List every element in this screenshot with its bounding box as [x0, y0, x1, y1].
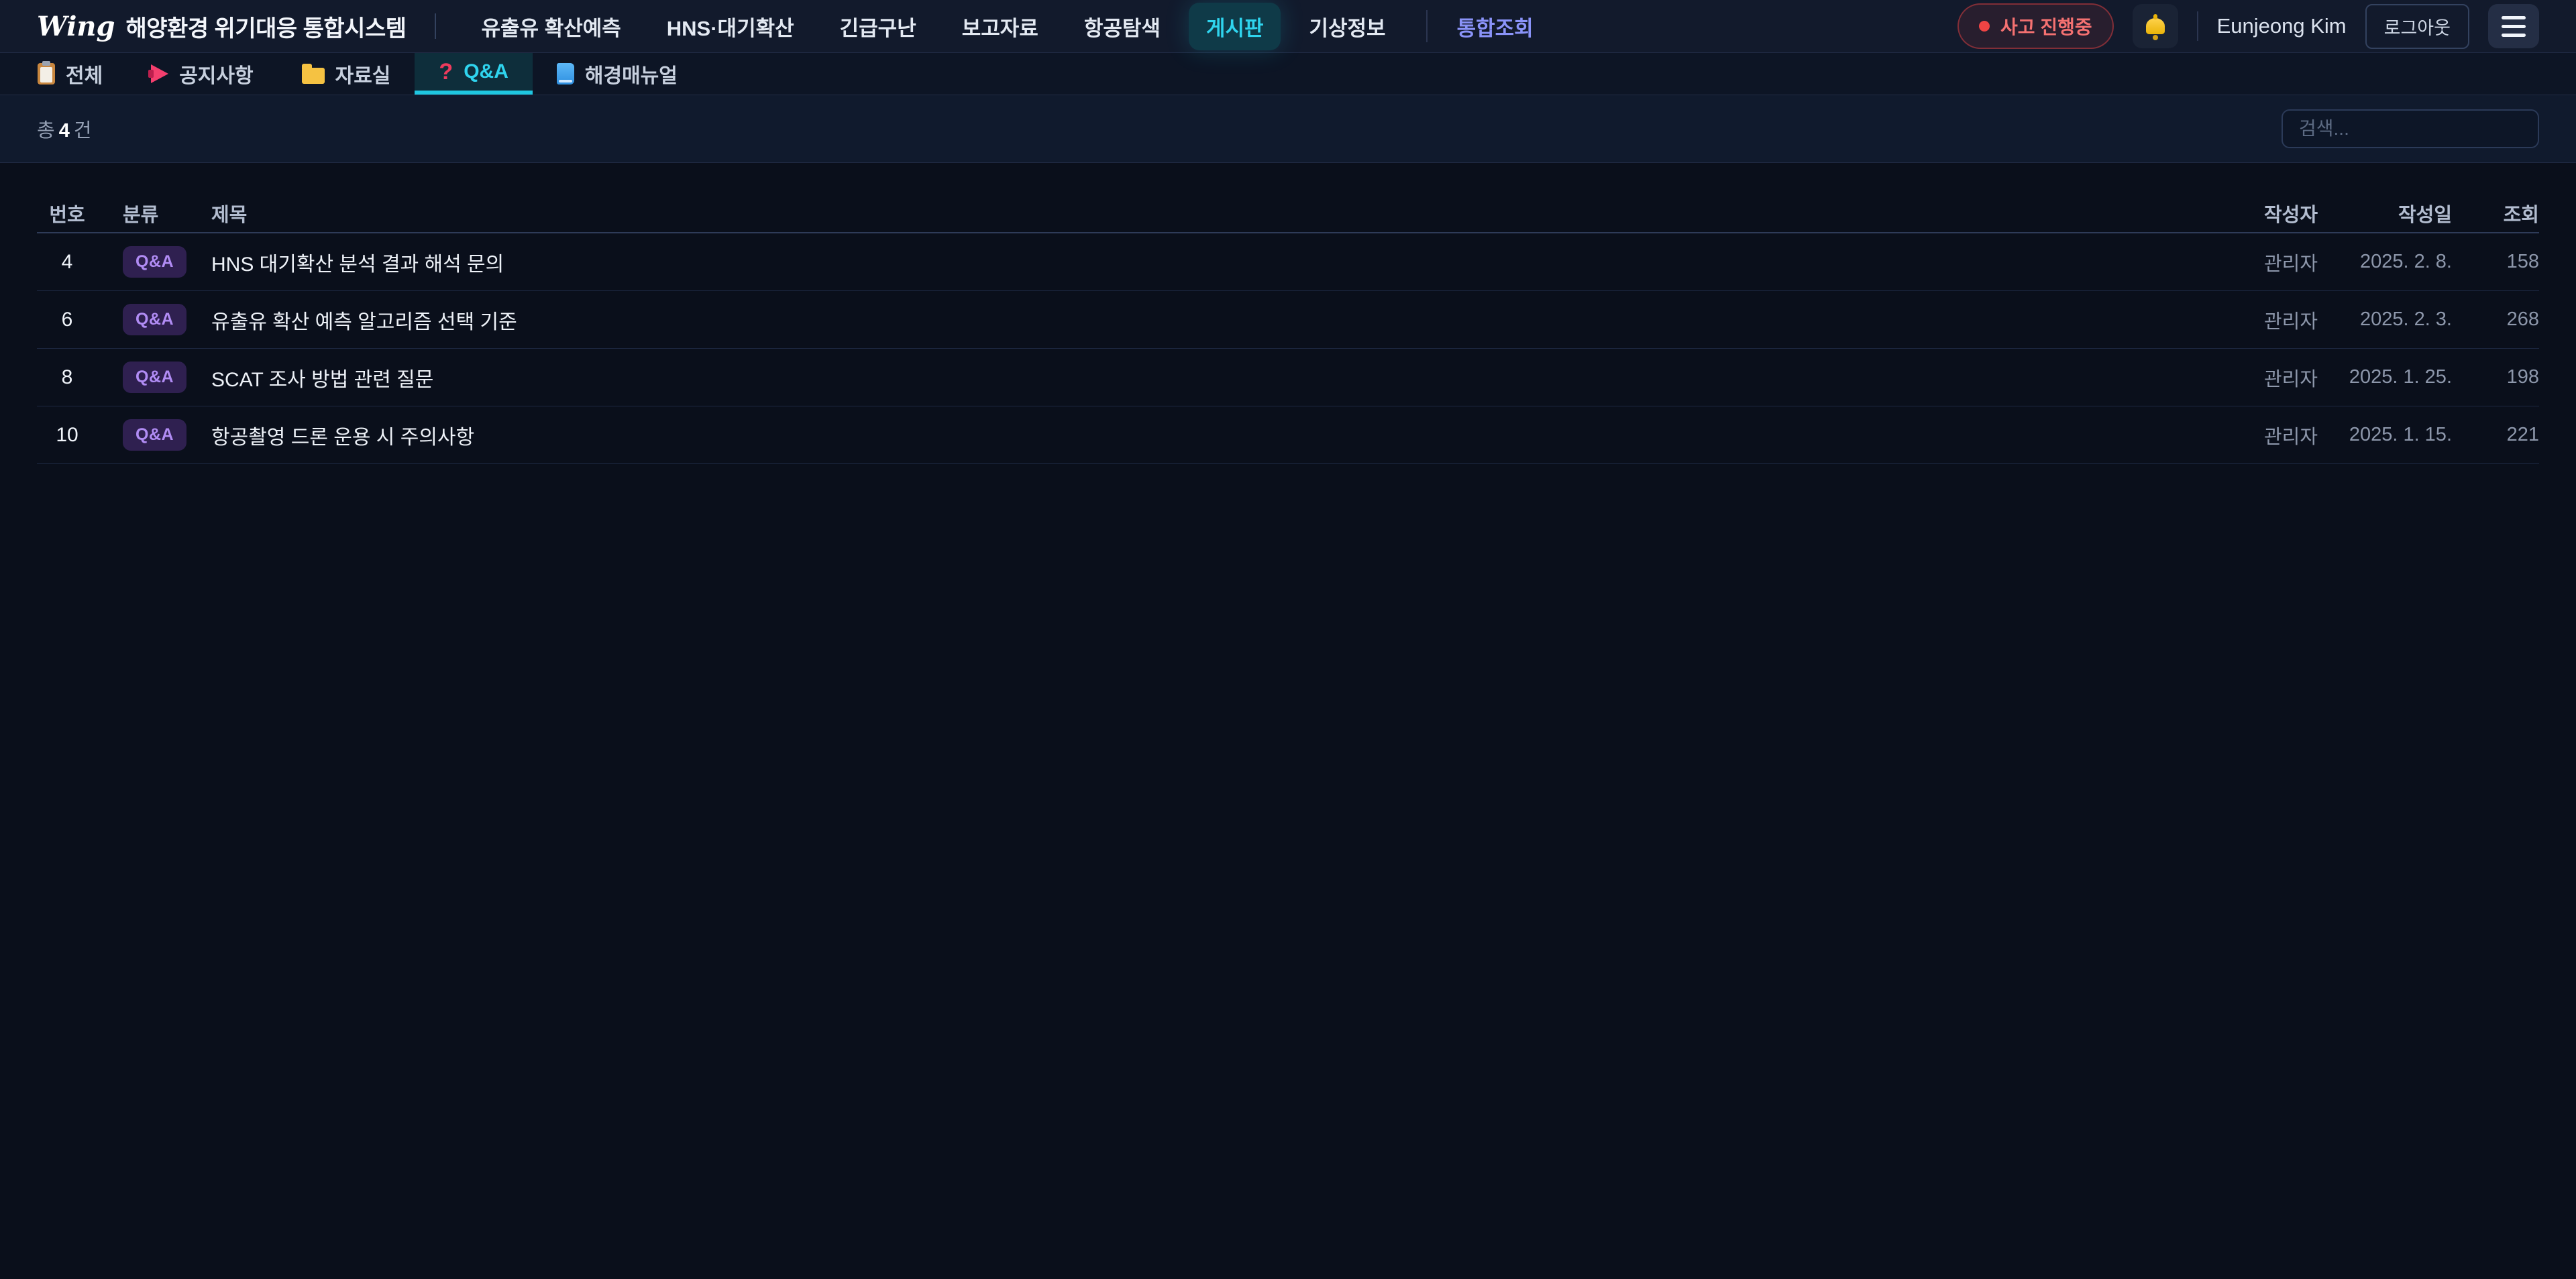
post-author: 관리자 — [2210, 421, 2318, 449]
nav-emergency-rescue[interactable]: 긴급구난 — [822, 3, 934, 50]
post-views: 198 — [2452, 366, 2539, 388]
table-row[interactable]: 8 Q&A SCAT 조사 방법 관련 질문 관리자 2025. 1. 25. … — [37, 349, 2539, 406]
post-date: 2025. 2. 3. — [2318, 309, 2452, 331]
top-bar: Wing 해양환경 위기대응 통합시스템 유출유 확산예측 HNS·대기확산 긴… — [0, 0, 2576, 53]
bell-icon — [2146, 18, 2165, 34]
col-header-date: 작성일 — [2318, 199, 2452, 227]
col-header-no: 번호 — [37, 199, 97, 227]
col-header-author: 작성자 — [2210, 199, 2318, 227]
clipboard-icon — [38, 63, 55, 85]
post-table: 번호 분류 제목 작성자 작성일 조회 4 Q&A HNS 대기확산 분석 결과… — [37, 194, 2539, 464]
main-nav: 유출유 확산예측 HNS·대기확산 긴급구난 보고자료 항공탐색 게시판 기상정… — [464, 3, 1540, 50]
top-bar-right: 사고 진행중 Eunjeong Kim 로그아웃 — [1957, 3, 2539, 49]
logo-wing-mark: Wing — [37, 11, 115, 42]
category-badge: Q&A — [123, 362, 186, 393]
category-badge: Q&A — [123, 246, 186, 278]
menu-icon — [2502, 16, 2526, 19]
user-divider — [2197, 11, 2198, 41]
board-toolbar: 총4건 — [0, 95, 2576, 163]
category-badge: Q&A — [123, 304, 186, 335]
table-header-row: 번호 분류 제목 작성자 작성일 조회 — [37, 194, 2539, 233]
incident-status-badge: 사고 진행중 — [1957, 3, 2114, 49]
incident-dot-icon — [1979, 21, 1990, 32]
tab-coastguard-manual-label: 해경매뉴얼 — [585, 59, 678, 89]
post-number: 4 — [37, 251, 97, 274]
nav-aerial-search[interactable]: 항공탐색 — [1067, 3, 1178, 50]
question-mark-icon: ? — [439, 59, 453, 85]
tab-coastguard-manual[interactable]: 해경매뉴얼 — [533, 53, 702, 95]
post-date: 2025. 2. 8. — [2318, 251, 2452, 273]
col-header-title: 제목 — [211, 199, 2210, 227]
category-badge: Q&A — [123, 419, 186, 451]
post-author: 관리자 — [2210, 248, 2318, 276]
table-row[interactable]: 10 Q&A 항공촬영 드론 운용 시 주의사항 관리자 2025. 1. 15… — [37, 406, 2539, 464]
total-count: 4 — [59, 120, 70, 142]
tab-notice[interactable]: 공지사항 — [127, 53, 277, 95]
search-input[interactable] — [2282, 109, 2539, 148]
col-header-views: 조회 — [2452, 199, 2539, 227]
post-views: 221 — [2452, 424, 2539, 446]
app-logo[interactable]: Wing 해양환경 위기대응 통합시스템 — [37, 10, 407, 43]
book-icon — [557, 63, 574, 85]
nav-hns-air-diffusion[interactable]: HNS·대기확산 — [649, 3, 812, 50]
total-count-text: 총4건 — [37, 115, 92, 143]
nav-integrated-search[interactable]: 통합조회 — [1450, 3, 1540, 50]
post-date: 2025. 1. 15. — [2318, 424, 2452, 446]
post-number: 6 — [37, 309, 97, 331]
post-number: 8 — [37, 366, 97, 389]
post-title[interactable]: HNS 대기확산 분석 결과 해석 문의 — [211, 247, 2210, 277]
logout-button[interactable]: 로그아웃 — [2365, 4, 2469, 49]
tab-archive[interactable]: 자료실 — [278, 53, 415, 95]
app-title: 해양환경 위기대응 통합시스템 — [125, 10, 406, 43]
nav-reports[interactable]: 보고자료 — [945, 3, 1056, 50]
nav-oil-spill-prediction[interactable]: 유출유 확산예측 — [464, 3, 639, 50]
tab-qna-label: Q&A — [464, 60, 508, 83]
post-title[interactable]: 항공촬영 드론 운용 시 주의사항 — [211, 421, 2210, 450]
board-tabs: 전체 공지사항 자료실 ? Q&A 해경매뉴얼 — [0, 53, 2576, 95]
nav-divider — [1426, 10, 1428, 42]
table-row[interactable]: 4 Q&A HNS 대기확산 분석 결과 해석 문의 관리자 2025. 2. … — [37, 233, 2539, 291]
total-suffix: 건 — [74, 120, 92, 142]
tab-qna[interactable]: ? Q&A — [415, 53, 532, 95]
col-header-category: 분류 — [97, 199, 211, 227]
megaphone-icon — [151, 64, 168, 83]
folder-icon — [302, 68, 325, 84]
tab-notice-label: 공지사항 — [179, 59, 253, 89]
total-prefix: 총 — [37, 120, 55, 142]
tab-all-label: 전체 — [66, 59, 103, 89]
table-row[interactable]: 6 Q&A 유출유 확산 예측 알고리즘 선택 기준 관리자 2025. 2. … — [37, 291, 2539, 349]
user-name: Eunjeong Kim — [2217, 14, 2347, 38]
incident-status-label: 사고 진행중 — [2000, 13, 2092, 40]
logo-divider — [435, 13, 436, 39]
post-views: 268 — [2452, 309, 2539, 331]
notifications-button[interactable] — [2133, 4, 2178, 48]
post-number: 10 — [37, 424, 97, 447]
post-title[interactable]: 유출유 확산 예측 알고리즘 선택 기준 — [211, 305, 2210, 335]
post-author: 관리자 — [2210, 364, 2318, 392]
nav-board[interactable]: 게시판 — [1189, 3, 1281, 50]
nav-weather-info[interactable]: 기상정보 — [1291, 3, 1403, 50]
board-content: 번호 분류 제목 작성자 작성일 조회 4 Q&A HNS 대기확산 분석 결과… — [0, 163, 2576, 464]
post-views: 158 — [2452, 251, 2539, 273]
hamburger-menu-button[interactable] — [2488, 4, 2539, 48]
tab-all[interactable]: 전체 — [13, 53, 127, 95]
post-author: 관리자 — [2210, 306, 2318, 334]
post-date: 2025. 1. 25. — [2318, 366, 2452, 388]
tab-archive-label: 자료실 — [335, 59, 391, 89]
post-title[interactable]: SCAT 조사 방법 관련 질문 — [211, 363, 2210, 392]
